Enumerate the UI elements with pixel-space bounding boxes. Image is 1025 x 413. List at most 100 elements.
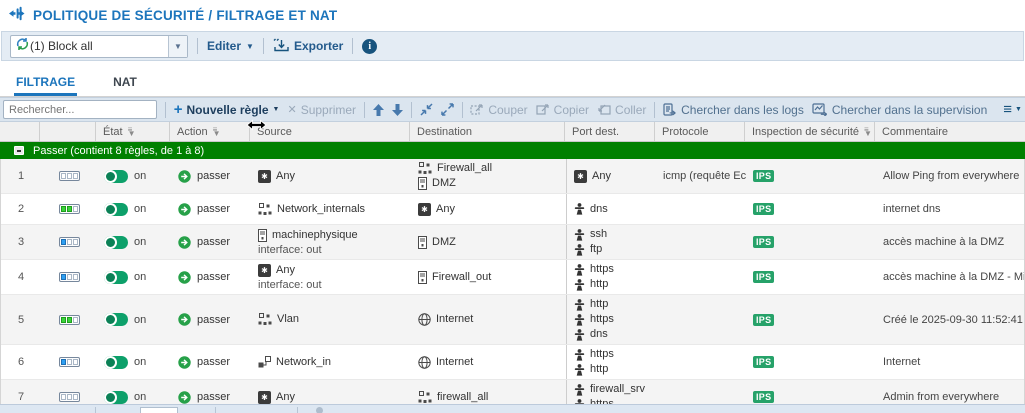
rule-row[interactable]: 4onpasser✱Anyinterface: outFirewall_outh… — [1, 260, 1024, 295]
policy-selected-value: (1) Block all — [30, 39, 168, 53]
rule-row[interactable]: 1onpasser✱AnyFirewall_allDMZ✱Anyicmp (re… — [1, 159, 1024, 194]
port-icon — [574, 264, 585, 276]
object-label: dns — [590, 202, 608, 217]
refresh-icon[interactable] — [316, 407, 323, 413]
column-etat-label: État — [103, 126, 123, 138]
action-cell: passer — [171, 311, 251, 328]
port-cell: dns — [566, 194, 656, 224]
ips-badge: IPS — [753, 236, 774, 248]
move-down-button[interactable] — [392, 104, 403, 116]
state-toggle[interactable] — [104, 170, 128, 183]
toggle-knob — [104, 356, 117, 369]
column-row-number — [0, 122, 40, 141]
object-entry: https — [574, 347, 649, 362]
column-commentaire[interactable]: Commentaire — [875, 122, 1025, 141]
state-label: on — [134, 391, 146, 403]
state-toggle[interactable] — [104, 271, 128, 284]
expand-all-button[interactable] — [441, 103, 454, 116]
new-rule-button[interactable]: + Nouvelle règle ▼ — [174, 103, 280, 117]
action-label: passer — [197, 170, 230, 182]
port-icon — [574, 364, 585, 376]
page-number-input[interactable] — [140, 407, 178, 413]
column-etat[interactable]: État ≡▼ — [96, 122, 170, 141]
delete-button[interactable]: ✕ Supprimer — [287, 103, 356, 117]
rule-row[interactable]: 2onpasserNetwork_internals✱AnydnsIPSinte… — [1, 194, 1024, 225]
object-entry: DMZ — [418, 176, 559, 191]
column-port[interactable]: Port dest. — [565, 122, 655, 141]
rule-group-label: Passer (contient 8 règles, de 1 à 8) — [33, 145, 204, 157]
protocol-cell — [656, 395, 746, 399]
state-toggle[interactable] — [104, 236, 128, 249]
column-source[interactable]: Source — [250, 122, 410, 141]
state-toggle[interactable] — [104, 391, 128, 404]
network-icon — [418, 391, 432, 404]
separator — [352, 38, 353, 54]
object-label: https — [590, 347, 614, 362]
object-label: Network_in — [276, 355, 331, 370]
search-logs-button[interactable]: Chercher dans les logs — [663, 103, 804, 117]
usage-indicator — [41, 313, 97, 327]
state-toggle[interactable] — [104, 203, 128, 216]
rule-group-header[interactable]: Passer (contient 8 règles, de 1 à 8) — [0, 142, 1025, 159]
state-toggle[interactable] — [104, 313, 128, 326]
server-icon — [418, 236, 427, 249]
cut-icon — [470, 103, 484, 116]
search-supervision-icon — [812, 103, 828, 116]
copy-button[interactable]: Copier — [536, 103, 589, 117]
collapse-all-button[interactable] — [420, 103, 433, 116]
source-cell: Vlan — [251, 310, 411, 329]
source-cell: machinephysiqueinterface: out — [251, 226, 411, 259]
paste-label: Coller — [615, 103, 646, 117]
toggle-knob — [104, 271, 117, 284]
column-destination[interactable]: Destination — [410, 122, 565, 141]
sort-icon[interactable]: ≡▼ — [864, 128, 872, 136]
source-interface-note: interface: out — [258, 278, 404, 292]
columns-menu-button[interactable]: ≡ ▼ — [1003, 101, 1022, 118]
filter-nat-page: POLITIQUE DE SÉCURITÉ / FILTRAGE ET NAT … — [0, 0, 1025, 413]
collapse-group-icon[interactable] — [14, 146, 24, 155]
rule-row[interactable]: 3onpassermachinephysiqueinterface: outDM… — [1, 225, 1024, 260]
pass-action-icon — [178, 313, 191, 326]
state-label: on — [134, 314, 146, 326]
object-entry: ssh — [574, 227, 649, 242]
state-toggle[interactable] — [104, 356, 128, 369]
toggle-knob — [104, 313, 117, 326]
object-label: Vlan — [277, 312, 299, 327]
rule-row[interactable]: 5onpasserVlanInternethttphttpsdnsIPSCréé… — [1, 295, 1024, 345]
collapse-all-icon — [420, 103, 433, 116]
server-icon — [418, 271, 427, 284]
paste-button[interactable]: Coller — [597, 103, 646, 117]
separator — [95, 407, 96, 413]
search-input[interactable] — [3, 100, 157, 119]
object-label: dns — [590, 327, 608, 342]
status-bar — [0, 404, 1025, 413]
column-action-label: Action — [177, 126, 208, 138]
ips-badge: IPS — [753, 356, 774, 368]
column-inspection[interactable]: Inspection de sécurité ≡▼ — [745, 122, 875, 141]
inspection-cell: IPS — [746, 389, 876, 405]
move-up-button[interactable] — [373, 104, 384, 116]
cut-button[interactable]: Couper — [470, 103, 527, 117]
page-header: POLITIQUE DE SÉCURITÉ / FILTRAGE ET NAT — [0, 0, 1025, 31]
column-protocole[interactable]: Protocole — [655, 122, 745, 141]
tab-nat[interactable]: NAT — [111, 69, 139, 96]
separator — [654, 102, 655, 118]
policy-selector[interactable]: (1) Block all ▼ — [10, 35, 188, 58]
usage-indicator — [41, 202, 97, 216]
object-entry: http — [574, 277, 649, 292]
source-cell: ✱Anyinterface: out — [251, 261, 411, 294]
edit-button[interactable]: Editer ▼ — [207, 39, 254, 53]
port-icon — [574, 299, 585, 311]
info-icon[interactable]: i — [362, 39, 377, 54]
export-button[interactable]: Exporter — [273, 38, 343, 55]
object-entry: ✱Any — [258, 169, 404, 184]
sort-icon[interactable]: ≡▼ — [128, 128, 136, 136]
rule-row[interactable]: 6onpasserNetwork_inInternethttpshttpIPSI… — [1, 345, 1024, 380]
object-entry: https — [574, 262, 649, 277]
search-supervision-button[interactable]: Chercher dans la supervision — [812, 103, 987, 117]
ips-badge: IPS — [753, 203, 774, 215]
column-action[interactable]: Action ≡▼ — [170, 122, 250, 141]
policy-caret-button[interactable]: ▼ — [168, 36, 187, 57]
tab-filtrage[interactable]: FILTRAGE — [14, 69, 77, 96]
sort-icon[interactable]: ≡▼ — [213, 128, 221, 136]
